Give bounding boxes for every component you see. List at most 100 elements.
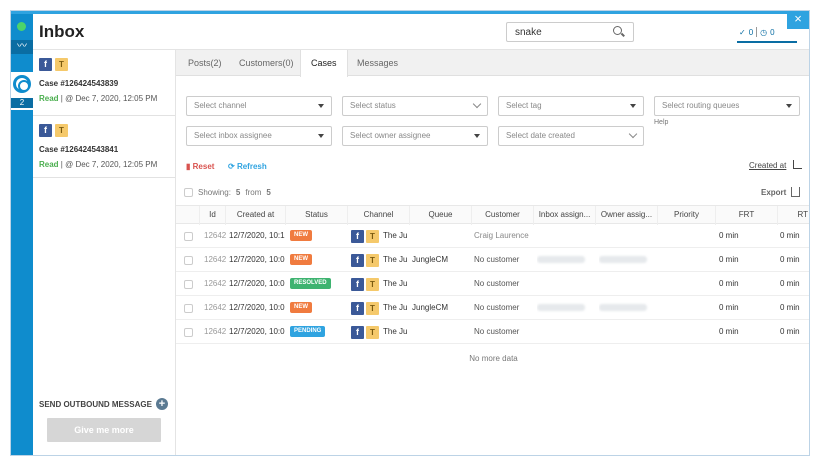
reset-button[interactable]: ▮ Reset: [186, 162, 214, 171]
sort-icon[interactable]: [793, 160, 802, 169]
case-title: Case #126424543841: [39, 145, 119, 154]
row-customer: Craig Laurence: [474, 231, 529, 240]
routing-queues-select[interactable]: Select routing queues: [654, 96, 800, 116]
tab-posts[interactable]: Posts(2): [178, 50, 232, 76]
inbox-assignee-select[interactable]: Select inbox assignee: [186, 126, 332, 146]
check-icon: ✓: [739, 27, 746, 37]
refresh-button[interactable]: ⟳ Refresh: [228, 162, 267, 171]
showing-summary: Showing: 5 from 5: [184, 188, 271, 197]
read-status: Read: [39, 160, 59, 169]
col-customer[interactable]: Customer: [472, 206, 534, 225]
row-id: 12642: [204, 303, 226, 312]
col-owner-assignee[interactable]: Owner assig...: [596, 206, 658, 225]
tiktok-icon: T: [55, 58, 68, 71]
col-priority[interactable]: Priority: [658, 206, 716, 225]
case-list-sidebar: f T Case #126424543839 Read | @ Dec 7, 2…: [33, 50, 176, 455]
row-created: 12/7/2020, 10:0: [229, 327, 285, 336]
col-queue[interactable]: Queue: [410, 206, 472, 225]
rail-item-cases[interactable]: 2: [11, 72, 33, 110]
row-id: 12642: [204, 231, 226, 240]
help-link[interactable]: Help: [654, 119, 668, 126]
row-checkbox[interactable]: [184, 279, 193, 289]
col-status[interactable]: Status: [286, 206, 348, 225]
col-channel[interactable]: Channel: [348, 206, 410, 225]
select-all-checkbox[interactable]: [184, 188, 193, 197]
table-row[interactable]: 12642 12/7/2020, 10:0 PENDING f T The Ju No cu…: [176, 320, 809, 344]
row-checkbox[interactable]: [184, 303, 193, 313]
counter-separator: [756, 27, 758, 37]
main-panel: Posts(2) Customers(0) Cases Messages Sel…: [176, 50, 809, 455]
col-rt[interactable]: RT: [778, 206, 809, 225]
facebook-icon: f: [351, 229, 364, 243]
owner-assignee-select[interactable]: Select owner assignee: [342, 126, 488, 146]
tab-cases[interactable]: Cases: [300, 50, 348, 77]
redacted-inbox-assignee: [537, 256, 585, 264]
app-window: 〰 2 × Inbox ✓ 0 ◷ 0 f T Case #1264245438…: [10, 10, 810, 456]
row-checkbox[interactable]: [184, 255, 193, 265]
top-accent-bar: [11, 11, 809, 14]
col-created-at[interactable]: Created at: [226, 206, 286, 225]
row-queue: JungleCM: [412, 255, 449, 264]
row-created: 12/7/2020, 10:1: [229, 231, 285, 240]
row-created: 12/7/2020, 10:0: [229, 279, 285, 288]
row-rt: 0 min: [780, 255, 800, 264]
wave-icon[interactable]: 〰: [11, 40, 33, 54]
table-row[interactable]: 12642 12/7/2020, 10:0 NEW f T The Ju JungleCM N…: [176, 248, 809, 272]
no-more-data: No more data: [469, 354, 518, 363]
row-frt: 0 min: [719, 255, 739, 264]
tiktok-icon: T: [55, 124, 68, 137]
row-channel: The Ju: [383, 327, 408, 336]
tag-select[interactable]: Select tag: [498, 96, 644, 116]
table-body: 12642 12/7/2020, 10:1 NEW f T The Ju Craig Lau…: [176, 224, 809, 344]
col-frt[interactable]: FRT: [716, 206, 778, 225]
row-channel: The Ju: [383, 231, 408, 240]
case-counters[interactable]: ✓ 0 ◷ 0: [739, 27, 775, 37]
caret-down-icon: [318, 104, 324, 108]
redacted-owner-assignee: [599, 304, 647, 312]
send-outbound-message[interactable]: SEND OUTBOUND MESSAGE +: [39, 398, 168, 410]
give-me-more-button[interactable]: Give me more: [47, 418, 161, 442]
tiktok-icon: T: [366, 253, 379, 267]
table-row[interactable]: 12642 12/7/2020, 10:0 RESOLVED f T The Ju No c…: [176, 272, 809, 296]
date-created-select[interactable]: Select date created: [498, 126, 644, 146]
tab-customers[interactable]: Customers(0): [229, 50, 304, 76]
export-icon[interactable]: [791, 187, 800, 197]
row-rt: 0 min: [780, 279, 800, 288]
rail-badge: 2: [11, 98, 33, 108]
status-select[interactable]: Select status: [342, 96, 488, 116]
case-time: | @ Dec 7, 2020, 12:05 PM: [60, 94, 158, 103]
sort-created-at[interactable]: Created at: [749, 161, 786, 170]
outbound-label: SEND OUTBOUND MESSAGE: [39, 399, 152, 409]
case-meta: Read | @ Dec 7, 2020, 12:05 PM: [39, 94, 175, 103]
row-customer: No customer: [474, 255, 520, 264]
row-queue: [412, 272, 472, 296]
table-row[interactable]: 12642 12/7/2020, 10:1 NEW f T The Ju Craig Lau…: [176, 224, 809, 248]
row-created: 12/7/2020, 10:0: [229, 255, 285, 264]
row-checkbox[interactable]: [184, 327, 193, 337]
page-title: Inbox: [39, 22, 85, 41]
table-row[interactable]: 12642 12/7/2020, 10:0 NEW f T The Ju JungleCM N…: [176, 296, 809, 320]
plus-icon[interactable]: +: [155, 398, 168, 410]
read-status: Read: [39, 94, 59, 103]
case-item[interactable]: f T Case #126424543841 Read | @ Dec 7, 2…: [33, 116, 175, 178]
row-queue: JungleCM: [412, 303, 449, 312]
close-icon[interactable]: ×: [787, 11, 809, 29]
tab-messages[interactable]: Messages: [347, 50, 408, 76]
row-channel: The Ju: [383, 255, 408, 264]
col-id[interactable]: Id: [200, 206, 226, 225]
row-checkbox[interactable]: [184, 231, 193, 241]
row-frt: 0 min: [719, 327, 739, 336]
caret-down-icon: [786, 104, 792, 108]
col-inbox-assignee[interactable]: Inbox assign...: [534, 206, 596, 225]
status-badge: PENDING: [290, 326, 326, 338]
status-badge: NEW: [290, 302, 312, 314]
case-item[interactable]: f T Case #126424543839 Read | @ Dec 7, 2…: [33, 50, 175, 116]
search-icon[interactable]: [613, 26, 622, 35]
table-header: Id Created at Status Channel Queue Custo…: [176, 205, 809, 225]
redacted-inbox-assignee: [537, 304, 585, 312]
export-button[interactable]: Export: [761, 188, 786, 197]
facebook-icon: f: [39, 58, 52, 71]
chevron-down-icon: [628, 129, 638, 139]
row-rt: 0 min: [780, 327, 800, 336]
channel-select[interactable]: Select channel: [186, 96, 332, 116]
